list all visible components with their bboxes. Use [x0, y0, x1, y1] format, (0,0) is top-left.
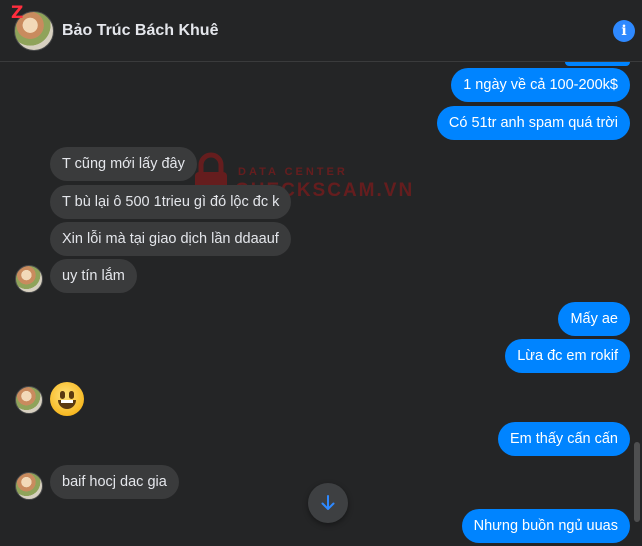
scrollbar-thumb[interactable]: [634, 442, 640, 522]
grinning-face-emoji[interactable]: [50, 382, 84, 416]
message-incoming[interactable]: uy tín lắm: [50, 259, 137, 293]
z-badge: Z: [11, 2, 24, 23]
info-icon[interactable]: i: [613, 20, 635, 42]
message-incoming[interactable]: Xin lỗi mà tại giao dịch lần ddaauf: [50, 222, 291, 256]
emoji-mouth: [58, 400, 76, 409]
contact-avatar-wrap[interactable]: Z: [11, 3, 54, 51]
message-incoming[interactable]: T bù lại ô 500 1trieu gì đó lộc đc k: [50, 185, 292, 219]
scroll-to-bottom-button[interactable]: [308, 483, 348, 523]
message-incoming[interactable]: T cũng mới lấy đây: [50, 147, 197, 181]
message-outgoing[interactable]: Mấy ae: [558, 302, 630, 336]
scrollbar[interactable]: [632, 62, 642, 546]
message-outgoing[interactable]: Lừa đc em rokif: [505, 339, 630, 373]
message-outgoing[interactable]: Có 51tr anh spam quá trời: [436, 106, 630, 140]
emoji-eye: [60, 391, 65, 399]
chat-header: Z Bảo Trúc Bách Khuê i: [0, 0, 642, 62]
message-incoming[interactable]: baif hocj dac gia: [50, 465, 179, 499]
emoji-eye: [69, 391, 74, 399]
message-outgoing[interactable]: Em thấy cấn cấn: [498, 422, 630, 456]
contact-avatar-small[interactable]: [15, 265, 43, 293]
contact-avatar-small[interactable]: [15, 472, 43, 500]
arrow-down-icon: [321, 495, 335, 510]
contact-avatar-small[interactable]: [15, 386, 43, 414]
contact-name[interactable]: Bảo Trúc Bách Khuê: [62, 22, 218, 40]
watermark-top: DATA CENTER: [238, 166, 348, 178]
previous-message-edge: [565, 62, 630, 66]
message-outgoing[interactable]: 1 ngày về cả 100-200k$: [451, 68, 630, 102]
message-outgoing[interactable]: Nhưng buồn ngủ uuas: [461, 509, 630, 543]
